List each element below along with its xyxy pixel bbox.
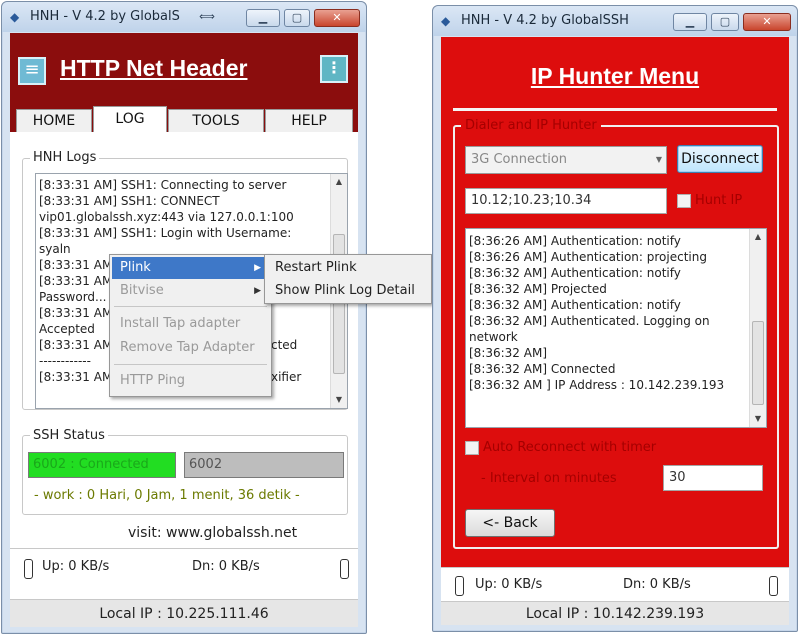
back-button[interactable]: <- Back	[465, 509, 555, 537]
connection-select[interactable]: 3G Connection ▼	[465, 146, 667, 174]
ssh-port-field: 6002	[184, 452, 344, 478]
log-line: [8:33:31 AM] SSH1: CONNECT	[39, 194, 220, 208]
app-title: HTTP Net Header	[60, 55, 248, 81]
download-meter-icon	[340, 559, 349, 579]
close-button[interactable]: ✕	[314, 9, 360, 27]
divider	[453, 108, 777, 111]
window-title: HNH - V 4.2 by GlobalS	[30, 9, 180, 24]
info-icon[interactable]: ⋮	[320, 55, 348, 83]
hunt-ip-checkbox[interactable]	[677, 194, 691, 208]
minimize-button[interactable]: ▁	[673, 13, 707, 31]
log-line: [8:36:32 AM] Connected	[469, 362, 616, 376]
log-line-tail: xifier	[271, 370, 302, 384]
ip-prefix-input[interactable]: 10.12;10.23;10.34	[465, 188, 667, 214]
close-button[interactable]: ✕	[743, 13, 791, 31]
log-line-tail: cted	[271, 338, 298, 352]
connection-select-value: 3G Connection	[471, 152, 568, 167]
title-bar[interactable]: ◆ HNH - V 4.2 by GlobalS ⟺ ▁ ▢ ✕	[2, 2, 366, 32]
scroll-up-arrow-icon[interactable]: ▲	[750, 229, 766, 245]
scroll-thumb[interactable]	[752, 321, 764, 405]
menu-item-show-plink-log[interactable]: Show Plink Log Detail	[267, 280, 429, 302]
menu-item-install-tap[interactable]: Install Tap adapter	[112, 313, 269, 335]
menu-separator	[114, 364, 267, 365]
log-line: [8:36:32 AM] Authenticated. Logging on	[469, 314, 710, 328]
menu-item-label: Plink	[120, 260, 151, 275]
maximize-button[interactable]: ▢	[284, 9, 310, 27]
submenu-arrow-icon: ▶	[254, 286, 261, 296]
restore-icon[interactable]: ⟺	[188, 9, 226, 27]
hamburger-menu-icon[interactable]: ≡	[18, 57, 46, 85]
context-menu: Plink ▶ Bitvise ▶ Install Tap adapter Re…	[109, 254, 272, 397]
scroll-down-arrow-icon[interactable]: ▼	[750, 411, 766, 427]
app-icon: ◆	[441, 14, 451, 28]
upload-rate: Up: 0 KB/s	[42, 559, 110, 574]
title-bar[interactable]: ◆ HNH - V 4.2 by GlobalSSH ▁ ▢ ✕	[433, 6, 797, 36]
log-line: [8:36:32 AM] Authentication: notify	[469, 266, 681, 280]
menu-item-restart-plink[interactable]: Restart Plink	[267, 257, 429, 279]
work-duration-text: - work : 0 Hari, 0 Jam, 1 menit, 36 deti…	[34, 488, 300, 503]
log-line: [8:36:32 AM] Authentication: notify	[469, 298, 681, 312]
plink-submenu: Restart Plink Show Plink Log Detail	[264, 254, 432, 304]
chevron-down-icon: ▼	[655, 155, 662, 164]
tab-log[interactable]: LOG	[93, 106, 167, 133]
ip-hunter-panel: IP Hunter Menu Dialer and IP Hunter 3G C…	[441, 37, 789, 567]
download-rate: Dn: 0 KB/s	[623, 577, 691, 592]
menu-item-label: Bitvise	[120, 283, 164, 298]
log-line: [8:36:32 AM] Projected	[469, 282, 607, 296]
maximize-button[interactable]: ▢	[711, 13, 739, 31]
upload-meter-icon	[24, 559, 33, 579]
hnh-main-window: ◆ HNH - V 4.2 by GlobalS ⟺ ▁ ▢ ✕ ≡ HTTP …	[1, 1, 432, 634]
menu-item-remove-tap[interactable]: Remove Tap Adapter	[112, 337, 269, 359]
traffic-meter-bar: Up: 0 KB/s Dn: 0 KB/s	[441, 567, 789, 603]
interval-input[interactable]: 30	[663, 465, 763, 491]
menu-item-bitvise[interactable]: Bitvise ▶	[112, 280, 269, 302]
scroll-down-arrow-icon[interactable]: ▼	[331, 392, 347, 408]
hunt-ip-label: Hunt IP	[695, 193, 743, 208]
upload-meter-icon	[455, 576, 464, 596]
upload-rate: Up: 0 KB/s	[475, 577, 543, 592]
log-line: [8:36:26 AM] Authentication: notify	[469, 234, 681, 248]
header-banner: ≡ HTTP Net Header ⋮ HOME LOG TOOLS HELP	[10, 33, 358, 133]
local-ip-status: Local IP : 10.142.239.193	[441, 601, 789, 625]
auto-reconnect-label: Auto Reconnect with timer	[483, 440, 657, 455]
interval-label: - Interval on minutes	[481, 471, 617, 486]
download-meter-icon	[769, 576, 778, 596]
menu-item-plink[interactable]: Plink ▶	[112, 257, 269, 279]
tab-help[interactable]: HELP	[265, 109, 353, 133]
hnh-logs-title: HNH Logs	[30, 150, 100, 165]
log-line: vip01.globalssh.xyz:443 via 127.0.0.1:10…	[39, 210, 294, 224]
dialer-group-title: Dialer and IP Hunter	[461, 118, 601, 133]
ssh-status-indicator: 6002 : Connected	[28, 452, 176, 478]
visit-link[interactable]: visit: www.globalssh.net	[128, 525, 297, 541]
menu-separator	[114, 306, 267, 307]
log-line: [8:36:32 AM ] IP Address : 10.142.239.19…	[469, 378, 725, 392]
log-line: [8:36:32 AM]	[469, 346, 547, 360]
log-scrollbar[interactable]: ▲ ▼	[749, 229, 766, 427]
ip-hunter-title: IP Hunter Menu	[530, 63, 700, 89]
download-rate: Dn: 0 KB/s	[192, 559, 260, 574]
log-line: [8:33:31 AM] SSH1: Connecting to server	[39, 178, 287, 192]
ip-hunter-log-list[interactable]: [8:36:26 AM] Authentication: notify [8:3…	[465, 228, 767, 428]
window-title: HNH - V 4.2 by GlobalSSH	[461, 13, 629, 28]
auto-reconnect-checkbox[interactable]	[465, 441, 479, 455]
log-line: [8:36:26 AM] Authentication: projecting	[469, 250, 707, 264]
traffic-meter-bar: Up: 0 KB/s Dn: 0 KB/s	[10, 548, 358, 585]
scroll-up-arrow-icon[interactable]: ▲	[331, 174, 347, 190]
local-ip-status: Local IP : 10.225.111.46	[10, 599, 358, 627]
log-lines: [8:36:26 AM] Authentication: notify [8:3…	[466, 233, 748, 393]
ip-hunter-window: ◆ HNH - V 4.2 by GlobalSSH ▁ ▢ ✕ IP Hunt…	[432, 5, 798, 632]
tab-home[interactable]: HOME	[16, 109, 92, 133]
tab-tools[interactable]: TOOLS	[168, 109, 264, 133]
submenu-arrow-icon: ▶	[254, 263, 261, 273]
log-line: network	[469, 330, 518, 344]
log-line: [8:33:31 AM] SSH1: Login with Username:	[39, 226, 292, 240]
app-icon: ◆	[10, 10, 20, 24]
disconnect-button[interactable]: Disconnect	[677, 145, 763, 173]
minimize-button[interactable]: ▁	[246, 9, 280, 27]
ssh-status-title: SSH Status	[30, 428, 108, 443]
menu-item-http-ping[interactable]: HTTP Ping	[112, 370, 269, 392]
